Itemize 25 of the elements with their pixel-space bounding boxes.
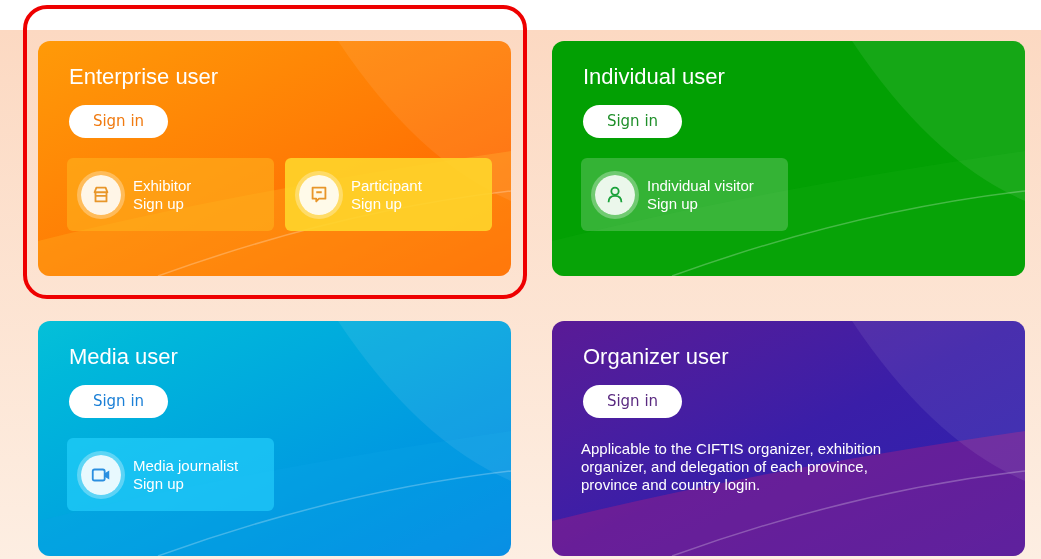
card-title: Organizer user <box>583 343 729 371</box>
sign-in-button[interactable]: Sign in <box>583 105 682 138</box>
sign-up-tile[interactable]: Individual visitor Sign up <box>581 158 788 231</box>
sign-in-button[interactable]: Sign in <box>69 105 168 138</box>
message-icon <box>299 174 339 215</box>
card-title: Media user <box>69 343 178 371</box>
tile-label: Participant <box>351 176 422 195</box>
sign-up-tile[interactable]: Participant Sign up <box>285 158 492 231</box>
person-icon <box>595 174 635 215</box>
sign-in-button[interactable]: Sign in <box>583 385 682 418</box>
sign-up-tile[interactable]: Exhibitor Sign up <box>67 158 274 231</box>
sign-up-label: Sign up <box>133 474 185 493</box>
storefront-icon <box>81 174 121 215</box>
tile-label: Individual visitor <box>647 176 754 195</box>
video-camera-icon <box>81 454 121 495</box>
sign-up-label: Sign up <box>647 194 699 213</box>
tile-label: Media journalist <box>133 456 239 475</box>
sign-up-tile[interactable]: Media journalist Sign up <box>67 438 274 511</box>
sign-up-label: Sign up <box>351 194 403 213</box>
tile-label: Exhibitor <box>133 176 192 195</box>
card-title: Enterprise user <box>69 63 219 91</box>
description-text: Applicable to the CIFTIS organizer, exhibition organizer, and delegation of each province, province and country login. <box>581 440 883 494</box>
card-title: Individual user <box>583 63 725 91</box>
sign-in-button[interactable]: Sign in <box>69 385 168 418</box>
sign-up-label: Sign up <box>133 194 185 213</box>
